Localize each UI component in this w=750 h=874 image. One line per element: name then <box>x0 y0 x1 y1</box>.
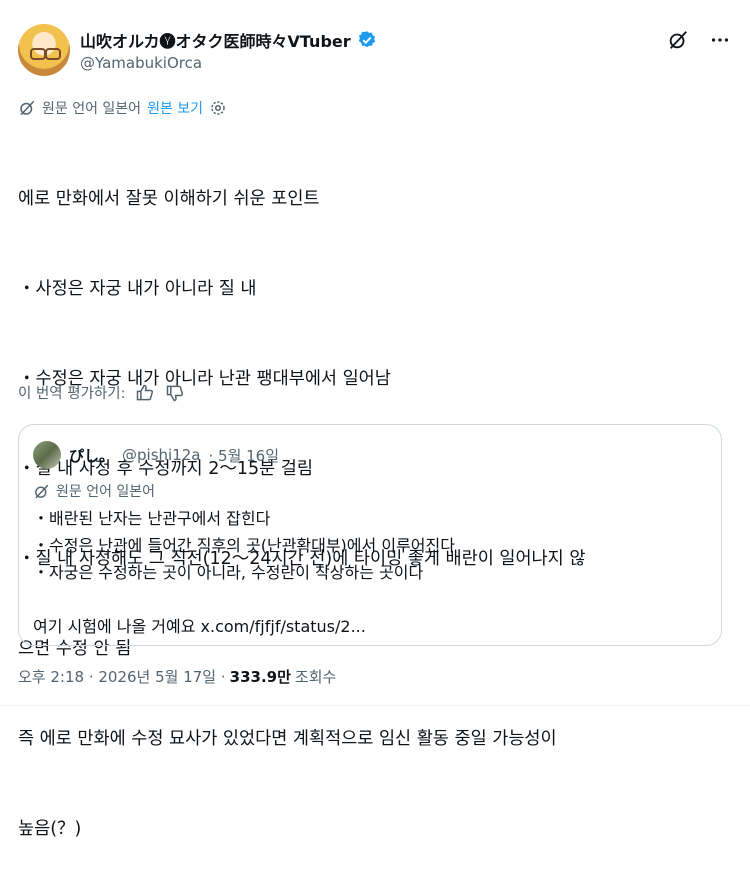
header-actions <box>666 28 732 52</box>
translate-icon <box>20 100 35 116</box>
quoted-tweet-line: ・배란된 난자는 난관구에서 잡힌다 <box>33 509 271 528</box>
quoted-tweet-date[interactable]: · 5월 16일 <box>208 445 279 466</box>
quoted-tweet-header: ぴし。 @pishi12a · 5월 16일 <box>33 441 279 469</box>
tweet-header: 山吹オルカ🅨オタク医師時々VTuber @YamabukiOrca <box>18 24 732 80</box>
more-icon[interactable] <box>708 28 732 52</box>
quoted-tweet-line: 여기 시험에 나올 거예요 x.com/fjfjf/status/2... <box>33 617 366 636</box>
quoted-tweet-line: ・자궁은 수정하는 곳이 아니라, 수정란이 착상하는 곳이다 <box>33 563 424 582</box>
translation-info: 원문 언어 일본어 원본 보기 <box>18 98 227 118</box>
tweet-line: 에로 만화에서 잘못 이해하기 쉬운 포인트 <box>18 189 320 209</box>
view-count: 333.9만 <box>229 668 291 686</box>
more-icon-svg <box>711 38 729 42</box>
quoted-tweet-body: ・배란된 난자는 난관구에서 잡힌다 ・수정은 난관에 들어간 직후의 곳(난관… <box>33 505 713 640</box>
author-handle[interactable]: @YamabukiOrca <box>80 54 202 72</box>
quoted-tweet[interactable]: ぴし。 @pishi12a · 5월 16일 원문 언어 일본어 ・배란된 난자… <box>18 424 722 646</box>
quoted-tweet-line <box>33 586 713 613</box>
translation-source-label: 원문 언어 일본어 <box>42 101 142 117</box>
thumbs-up-icon[interactable] <box>135 383 155 403</box>
rate-translation: 이 번역 평가하기: <box>18 382 185 403</box>
author-display-name[interactable]: 山吹オルカ🅨オタク医師時々VTuber <box>80 28 351 52</box>
rate-translation-label: 이 번역 평가하기: <box>18 386 126 402</box>
tweet-footer: 오후 2:18 · 2026년 5월 17일 · 333.9만 조회수 <box>18 666 336 687</box>
grok-icon-svg <box>669 31 687 49</box>
divider <box>0 705 750 706</box>
tweet-line: 즉 에로 만화에 수정 묘사가 있었다면 계획적으로 임신 활동 중일 가능성이 <box>18 729 557 749</box>
tweet-timestamp[interactable]: 오후 2:18 · 2026년 5월 17일 · <box>18 666 226 687</box>
author-avatar[interactable] <box>18 24 70 76</box>
quoted-author-handle[interactable]: @pishi12a <box>122 446 200 464</box>
tweet-line: 높음(？) <box>18 819 82 839</box>
view-count-label: 조회수 <box>294 668 337 686</box>
avatar-glasses-left <box>30 48 46 60</box>
thumbs-down-icon[interactable] <box>165 383 185 403</box>
quoted-translation-label: 원문 언어 일본어 <box>56 484 156 500</box>
quoted-author-name[interactable]: ぴし。 <box>69 445 114 466</box>
verified-badge-icon <box>358 31 375 48</box>
author-name-row: 山吹オルカ🅨オタク医師時々VTuber <box>80 28 377 52</box>
show-original-link[interactable]: 원본 보기 <box>147 98 203 118</box>
avatar-glasses-right <box>45 48 61 60</box>
quoted-translation-info: 원문 언어 일본어 <box>33 481 155 501</box>
grok-icon[interactable] <box>666 28 690 52</box>
translate-icon <box>35 484 49 498</box>
gear-icon[interactable] <box>209 99 227 117</box>
tweet-line: ・사정은 자궁 내가 아니라 질 내 <box>18 279 257 299</box>
quoted-author-avatar[interactable] <box>33 441 61 469</box>
quoted-tweet-line: ・수정은 난관에 들어간 직후의 곳(난관확대부)에서 이루어진다 <box>33 536 455 555</box>
